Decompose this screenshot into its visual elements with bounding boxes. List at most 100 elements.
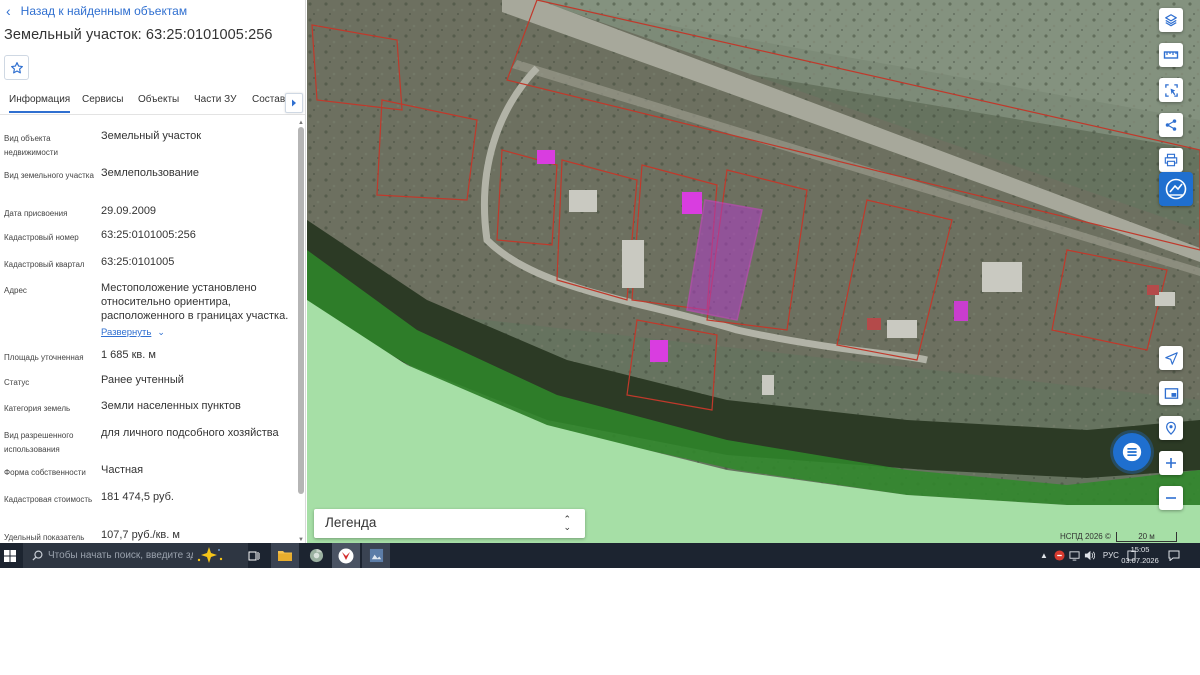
tab-objects[interactable]: Объекты bbox=[138, 94, 179, 105]
layers-button[interactable] bbox=[1159, 8, 1183, 32]
star-icon bbox=[10, 61, 23, 73]
start-button[interactable] bbox=[0, 543, 20, 568]
taskbar-app-chrome[interactable] bbox=[302, 543, 330, 568]
taskbar-clock[interactable]: 15:05 03.07.2026 bbox=[1116, 544, 1164, 566]
attribute-label: Вид земельного участка bbox=[4, 171, 94, 180]
map-scale-bar: 20 м bbox=[1116, 532, 1177, 542]
zoom-in-button[interactable] bbox=[1159, 451, 1183, 475]
notification-icon bbox=[1168, 550, 1180, 561]
clock-date: 03.07.2026 bbox=[1121, 556, 1159, 565]
pin-button[interactable] bbox=[1159, 416, 1183, 440]
task-view-icon bbox=[248, 551, 260, 560]
attribute-value: для личного подсобного хозяйства bbox=[101, 427, 279, 439]
attribute-label: Вид объекта недвижимости bbox=[4, 134, 58, 157]
attribute-value-block: Местоположение установлено относительно … bbox=[101, 281, 293, 340]
sparkle-icon bbox=[197, 547, 223, 563]
back-link-label: Назад к найденным объектам bbox=[20, 4, 188, 18]
windows-logo-icon bbox=[4, 549, 16, 562]
browser-icon bbox=[309, 548, 323, 563]
windows-taskbar: Чтобы начать поиск, введите зде ▲ РУС 15… bbox=[0, 543, 1200, 568]
favorite-button[interactable] bbox=[4, 55, 29, 80]
attributes-list: Вид объекта недвижимости Земельный участ… bbox=[0, 126, 296, 543]
legend-dropdown[interactable]: Легенда ⌃ ⌄ bbox=[314, 509, 585, 538]
image-app-icon bbox=[369, 548, 383, 563]
notifications-button[interactable] bbox=[1164, 543, 1184, 568]
minimap-button[interactable] bbox=[1159, 381, 1183, 405]
taskbar-file-explorer[interactable] bbox=[271, 543, 299, 568]
attribute-value: 107,7 руб./кв. м bbox=[101, 529, 180, 541]
tabs-scroll-right-button[interactable] bbox=[285, 93, 303, 113]
tab-composition[interactable]: Состав bbox=[252, 94, 285, 105]
attribute-value: Землепользование bbox=[101, 167, 200, 179]
search-placeholder: Чтобы начать поиск, введите зде bbox=[48, 550, 193, 561]
updown-chevron-icon: ⌃ ⌄ bbox=[563, 514, 571, 532]
attribute-label: Кадастровый номер bbox=[4, 233, 79, 242]
map-attribution: НСПД 2026 © bbox=[1060, 532, 1111, 541]
taskbar-app-yandex-browser[interactable] bbox=[332, 543, 360, 568]
search-icon bbox=[32, 550, 43, 561]
screen: ‹ Назад к найденным объектам Земельный у… bbox=[0, 0, 1200, 568]
locate-icon bbox=[1164, 351, 1178, 365]
volume-icon[interactable] bbox=[1084, 550, 1095, 561]
attribute-value: Ранее учтенный bbox=[101, 374, 184, 386]
zoom-out-button[interactable] bbox=[1159, 486, 1183, 510]
attribute-value: 181 474,5 руб. bbox=[101, 491, 174, 503]
attribute-label: Кадастровая стоимость bbox=[4, 495, 93, 504]
scrollbar-thumb[interactable] bbox=[298, 127, 304, 494]
chat-assistant-button[interactable] bbox=[1113, 433, 1151, 471]
chevron-right-icon bbox=[292, 99, 296, 107]
select-area-icon bbox=[1164, 83, 1178, 97]
folder-icon bbox=[278, 551, 292, 561]
share-icon bbox=[1165, 119, 1177, 131]
ruler-button[interactable] bbox=[1159, 43, 1183, 67]
address-value: Местоположение установлено относительно … bbox=[101, 282, 289, 322]
expand-address-link[interactable]: Развернуть ⌄ bbox=[101, 325, 165, 340]
print-button[interactable] bbox=[1159, 148, 1183, 172]
attribute-label: Адрес bbox=[4, 286, 27, 295]
zoom-out-icon bbox=[1166, 497, 1176, 499]
pin-icon bbox=[1166, 421, 1176, 435]
attribute-label: Удельный показатель bbox=[4, 533, 85, 542]
tray-overflow-chevron-icon[interactable]: ▲ bbox=[1040, 551, 1048, 560]
tab-parts[interactable]: Части ЗУ bbox=[194, 94, 236, 105]
map-view[interactable]: Легенда ⌃ ⌄ НСПД 2026 © 20 м bbox=[307, 0, 1200, 543]
minimap-icon bbox=[1164, 387, 1178, 399]
attribute-label: Статус bbox=[4, 378, 30, 387]
yandex-browser-icon bbox=[338, 548, 354, 563]
scale-label: 20 м bbox=[1138, 532, 1155, 541]
page-title: Земельный участок: 63:25:0101005:256 bbox=[4, 27, 273, 43]
attribute-value: 63:25:0101005:256 bbox=[101, 229, 196, 241]
scroll-up-arrow-icon[interactable]: ▲ bbox=[297, 120, 305, 126]
network-icon[interactable] bbox=[1069, 550, 1080, 561]
panel-scrollbar[interactable]: ▲ ▼ bbox=[297, 117, 305, 543]
compare-button[interactable] bbox=[1159, 172, 1193, 206]
chevron-down-icon: ⌄ bbox=[157, 327, 165, 337]
attribute-value: 63:25:0101005 bbox=[101, 256, 175, 268]
info-panel: ‹ Назад к найденным объектам Земельный у… bbox=[0, 0, 306, 543]
back-to-results-link[interactable]: ‹ Назад к найденным объектам bbox=[6, 3, 187, 19]
print-icon bbox=[1164, 153, 1178, 167]
attribute-label: Дата присвоения bbox=[4, 209, 68, 218]
share-button[interactable] bbox=[1159, 113, 1183, 137]
attribute-value: Частная bbox=[101, 464, 144, 476]
attribute-value: 1 685 кв. м bbox=[101, 349, 156, 361]
task-view-button[interactable] bbox=[244, 543, 264, 568]
select-area-button[interactable] bbox=[1159, 78, 1183, 102]
attribute-value: 29.09.2009 bbox=[101, 205, 157, 217]
attribute-value: Земли населенных пунктов bbox=[101, 400, 241, 412]
layers-icon bbox=[1165, 14, 1177, 27]
taskbar-app-photos[interactable] bbox=[362, 543, 390, 568]
satellite-imagery bbox=[307, 0, 1200, 543]
attribute-label: Площадь уточненная bbox=[4, 353, 84, 362]
locate-button[interactable] bbox=[1159, 346, 1183, 370]
antivirus-icon[interactable] bbox=[1054, 550, 1065, 561]
attribute-label: Форма собственности bbox=[4, 468, 86, 477]
taskbar-search-box[interactable]: Чтобы начать поиск, введите зде bbox=[23, 543, 248, 568]
compare-icon bbox=[1165, 178, 1187, 200]
tab-bar: Информация Сервисы Объекты Части ЗУ Сост… bbox=[0, 91, 305, 115]
attribute-label: Категория земель bbox=[4, 404, 71, 413]
tab-information[interactable]: Информация bbox=[9, 94, 71, 113]
tab-services[interactable]: Сервисы bbox=[82, 94, 123, 105]
chat-icon bbox=[1122, 442, 1142, 462]
expand-link-label: Развернуть bbox=[101, 327, 152, 338]
